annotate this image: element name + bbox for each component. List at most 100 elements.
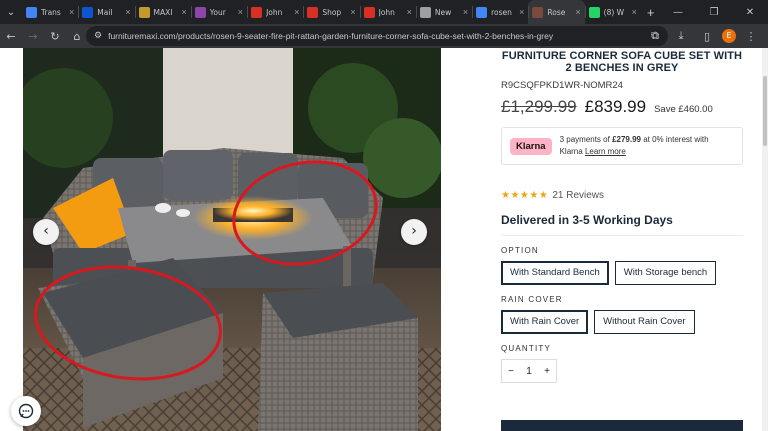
tab-close-icon[interactable]: × <box>519 7 524 17</box>
quantity-label: QUANTITY <box>501 344 552 353</box>
browser-tab[interactable]: Trans × <box>22 0 78 24</box>
rain-cover-label: RAIN COVER <box>501 295 563 304</box>
tab-title: Your <box>209 7 226 17</box>
browser-tab[interactable]: John × <box>359 0 416 24</box>
reload-icon[interactable]: ↻ <box>44 30 66 43</box>
browser-tab[interactable]: Mail × <box>78 0 134 24</box>
browser-toolbar: ← → ↻ ⌂ ⚙ furnituremaxi.com/products/ros… <box>0 24 768 48</box>
browser-tab[interactable]: John × <box>247 0 303 24</box>
tab-title: rosen <box>491 7 512 17</box>
browser-tab[interactable]: (8) W × <box>584 0 641 24</box>
original-price: £1,299.99 <box>501 97 577 116</box>
product-title: FURNITURE CORNER SOFA CUBE SET WITH 2 BE… <box>501 50 743 74</box>
tab-close-icon[interactable]: × <box>350 7 355 17</box>
restore-icon[interactable]: ❐ <box>696 7 732 18</box>
scrollbar-thumb[interactable] <box>763 76 767 146</box>
toolbar-actions: ⧉ ⤓ ▯ E ⋮ <box>644 24 768 48</box>
option-storage-bench[interactable]: With Storage bench <box>614 261 717 285</box>
product-page: ‹ › FURNITURE CORNER SOFA CUBE SET WITH … <box>0 48 768 431</box>
site-info-icon[interactable]: ⚙ <box>94 31 102 41</box>
delivery-info: Delivered in 3-5 Working Days <box>501 213 743 236</box>
klarna-amount: £279.99 <box>612 135 641 144</box>
rain-cover-choices: With Rain Cover Without Rain Cover <box>501 310 743 334</box>
quantity-decrease-button[interactable]: − <box>502 366 520 377</box>
page-scrollbar[interactable] <box>762 48 768 431</box>
tab-title: Mail <box>97 7 113 17</box>
chat-widget-button[interactable] <box>11 396 41 426</box>
klarna-learn-more-link[interactable]: Learn more <box>585 147 626 156</box>
price-block: £1,299.99 £839.99 Save £460.00 <box>501 97 743 117</box>
gallery-prev-button[interactable]: ‹ <box>33 219 59 245</box>
tab-title: Shop <box>322 7 342 17</box>
tab-favicon-icon <box>588 6 600 18</box>
tab-close-icon[interactable]: × <box>69 7 74 17</box>
quantity-increase-button[interactable]: + <box>538 366 556 377</box>
quantity-stepper: − 1 + <box>501 359 557 383</box>
review-count[interactable]: 21 Reviews <box>552 190 604 201</box>
browser-tab[interactable]: New × <box>415 0 472 24</box>
option-without-rain-cover[interactable]: Without Rain Cover <box>594 310 695 334</box>
tab-title: Trans <box>41 7 61 17</box>
klarna-text: 3 payments of £279.99 at 0% interest wit… <box>560 134 709 158</box>
tab-favicon-icon <box>419 6 431 18</box>
close-window-icon[interactable]: ✕ <box>732 7 768 18</box>
browser-tab[interactable]: rosen × <box>472 0 528 24</box>
savings-label: Save £460.00 <box>654 104 713 115</box>
tab-title: MAXI <box>153 7 173 17</box>
tab-title: John <box>266 7 283 17</box>
add-to-cart-button[interactable] <box>501 420 743 431</box>
tab-close-icon[interactable]: × <box>632 7 637 17</box>
klarna-banner: Klarna 3 payments of £279.99 at 0% inter… <box>501 127 743 165</box>
tab-favicon-icon <box>26 6 37 18</box>
tab-search-icon[interactable]: ⌄ <box>0 0 22 24</box>
chat-icon <box>18 403 34 419</box>
tab-close-icon[interactable]: × <box>125 7 130 17</box>
browser-tab[interactable]: Your × <box>190 0 247 24</box>
option-choices: With Standard Bench With Storage bench <box>501 261 743 285</box>
tab-favicon-icon <box>476 6 488 18</box>
minimize-icon[interactable]: — <box>660 7 696 18</box>
product-image-gallery: ‹ › <box>23 48 441 431</box>
star-rating-icon: ★★★★★ <box>501 190 549 201</box>
browser-tab[interactable]: Rose × <box>528 0 585 24</box>
quantity-value[interactable]: 1 <box>520 366 538 377</box>
tab-close-icon[interactable]: × <box>463 7 468 17</box>
browser-tab[interactable]: Shop × <box>303 0 359 24</box>
rating-row[interactable]: ★★★★★ 21 Reviews <box>501 190 743 201</box>
extensions-icon[interactable]: ⧉ <box>644 29 666 43</box>
forward-icon[interactable]: → <box>22 30 44 43</box>
klarna-text-prefix: 3 payments of <box>559 135 613 144</box>
downloads-icon[interactable]: ⤓ <box>670 29 692 43</box>
browser-tab[interactable]: MAXI × <box>134 0 191 24</box>
tab-close-icon[interactable]: × <box>407 7 412 17</box>
tab-title: (8) W <box>603 7 625 17</box>
profile-avatar[interactable]: E <box>722 29 736 43</box>
menu-kebab-icon[interactable]: ⋮ <box>740 30 762 43</box>
tab-close-icon[interactable]: × <box>294 7 299 17</box>
option-standard-bench[interactable]: With Standard Bench <box>501 261 609 285</box>
side-panel-icon[interactable]: ▯ <box>696 30 718 43</box>
tab-close-icon[interactable]: × <box>238 7 243 17</box>
browser-tabstrip: ⌄ Trans × Mail × MAXI × Your × John × Shop × John × Ne… <box>0 0 768 24</box>
tab-title: New <box>434 7 452 17</box>
tab-close-icon[interactable]: × <box>575 7 580 17</box>
tab-title: Rose <box>547 7 566 17</box>
back-icon[interactable]: ← <box>0 30 22 43</box>
address-bar[interactable]: ⚙ furnituremaxi.com/products/rosen-9-sea… <box>86 26 668 46</box>
new-tab-button[interactable]: + <box>647 5 655 20</box>
home-icon[interactable]: ⌂ <box>66 30 88 43</box>
option-with-rain-cover[interactable]: With Rain Cover <box>501 310 589 334</box>
url-text: furnituremaxi.com/products/rosen-9-seate… <box>108 31 554 41</box>
option-label: OPTION <box>501 246 539 255</box>
klarna-text-suffix: at 0% interest with <box>640 135 709 144</box>
tab-favicon-icon <box>363 6 375 18</box>
product-info: FURNITURE CORNER SOFA CUBE SET WITH 2 BE… <box>501 48 743 383</box>
tab-favicon-icon <box>194 6 206 18</box>
product-photo <box>23 48 441 431</box>
product-sku: R9CSQFPKD1WR-NOMR24 <box>501 80 623 91</box>
tab-close-icon[interactable]: × <box>182 7 187 17</box>
tab-favicon-icon <box>307 6 319 18</box>
gallery-next-button[interactable]: › <box>401 219 427 245</box>
klarna-text-line2: Klarna <box>559 147 585 156</box>
window-controls: — ❐ ✕ <box>660 0 768 24</box>
